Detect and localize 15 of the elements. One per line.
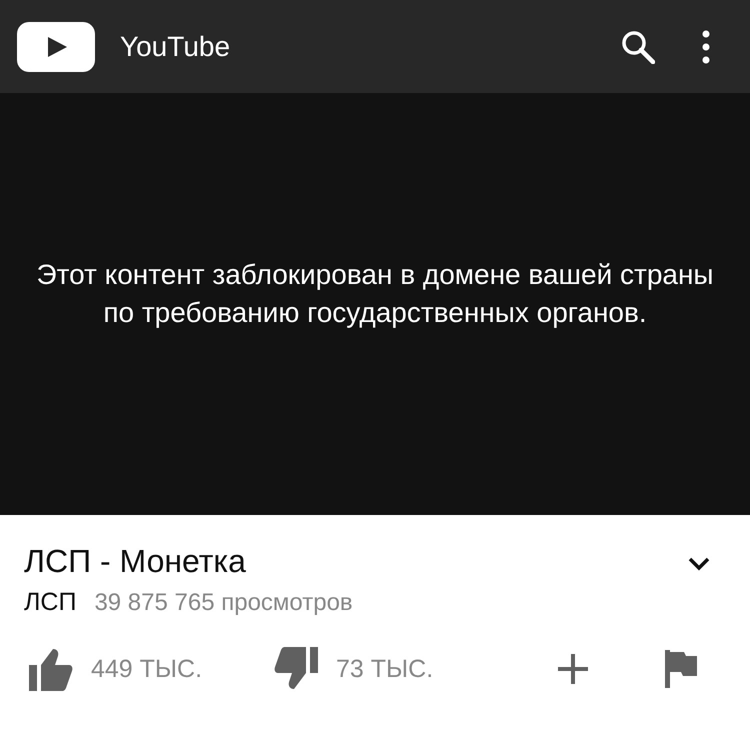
video-title: ЛСП - Монетка <box>24 543 246 580</box>
channel-name[interactable]: ЛСП <box>24 588 76 617</box>
like-count: 449 ТЫС. <box>91 654 202 684</box>
plus-icon[interactable] <box>558 654 588 684</box>
dislike-count: 73 ТЫС. <box>336 654 434 684</box>
search-icon[interactable] <box>621 30 655 64</box>
blocked-message: Этот контент заблокирован в домене вашей страны по требованию государственных органов. <box>35 258 715 330</box>
thumb-down-icon[interactable] <box>274 647 318 691</box>
play-logo-icon[interactable] <box>17 22 95 72</box>
view-count: 39 875 765 просмотров <box>94 589 353 617</box>
flag-icon[interactable] <box>665 650 697 688</box>
menu-icon[interactable] <box>702 30 710 64</box>
chevron-down-icon[interactable] <box>688 556 710 570</box>
thumb-up-icon[interactable] <box>29 647 73 691</box>
app-title: YouTube <box>120 30 230 62</box>
